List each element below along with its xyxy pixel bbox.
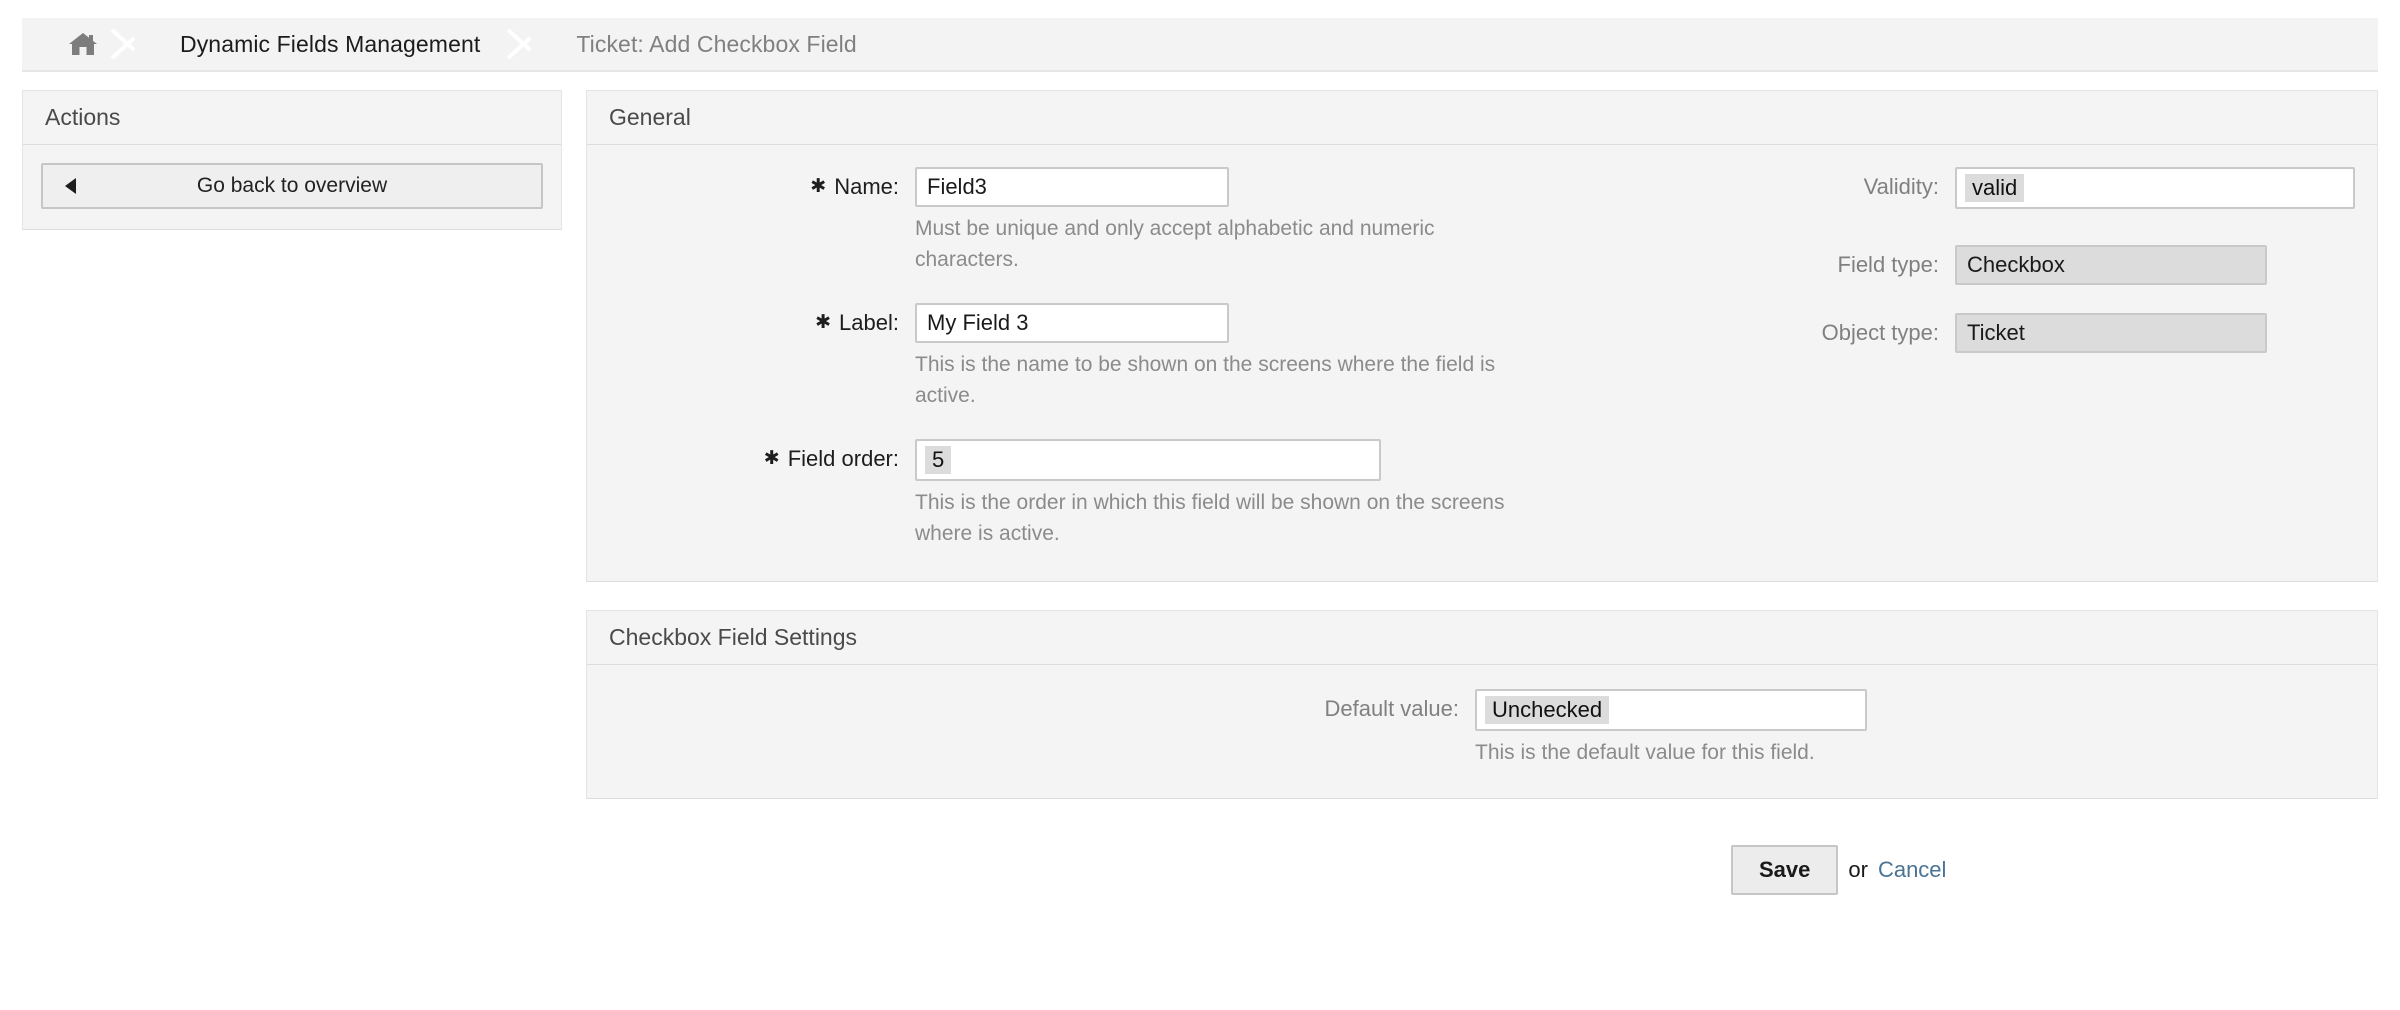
field-order-selected-value: 5	[925, 446, 951, 474]
object-type-input	[1955, 313, 2267, 353]
checkbox-settings-title: Checkbox Field Settings	[609, 624, 857, 651]
name-label-text: Name:	[834, 174, 899, 199]
breadcrumb-home[interactable]	[22, 18, 108, 70]
form-footer: Save or Cancel	[1731, 799, 2378, 895]
label-label-text: Label:	[839, 310, 899, 335]
save-button[interactable]: Save	[1731, 845, 1838, 895]
spacer	[1649, 291, 2355, 313]
default-value-help-text: This is the default value for this field…	[1475, 737, 2075, 768]
name-help-text: Must be unique and only accept alphabeti…	[915, 213, 1515, 275]
required-marker: ✱	[810, 167, 826, 207]
general-widget: General ✱Name: Must be unique and	[586, 90, 2378, 582]
default-value-control: Unchecked This is the default value for …	[1475, 689, 2355, 768]
required-marker: ✱	[764, 439, 780, 479]
default-value-selected-value: Unchecked	[1485, 696, 1609, 724]
object-type-label: Object type:	[1649, 313, 1955, 353]
object-type-control	[1955, 313, 2355, 353]
go-back-to-overview-button[interactable]: Go back to overview	[41, 163, 543, 209]
home-icon	[68, 31, 98, 57]
default-value-select[interactable]: Unchecked	[1475, 689, 1867, 731]
general-title: General	[609, 104, 691, 131]
left-triangle-icon	[65, 178, 76, 194]
label-label: ✱ Label:	[609, 303, 915, 343]
sidebar: Actions Go back to overview	[22, 90, 562, 230]
name-control: Must be unique and only accept alphabeti…	[915, 167, 1619, 275]
field-row-default-value: Default value: Unchecked This is the def…	[609, 689, 2355, 768]
breadcrumb-item-current: Ticket: Add Checkbox Field	[548, 18, 880, 70]
name-label: ✱ Name:	[609, 167, 915, 207]
actions-widget-body: Go back to overview	[23, 145, 561, 229]
checkbox-settings-body: Default value: Unchecked This is the def…	[587, 665, 2377, 798]
name-input[interactable]	[915, 167, 1229, 207]
general-widget-body: ✱ Name: Must be unique and only accept al…	[587, 145, 2377, 581]
field-row-label: ✱ Label: This is the name to be shown on …	[609, 303, 1619, 411]
spacer	[609, 281, 1619, 303]
breadcrumb-item-dynamic-fields-management[interactable]: Dynamic Fields Management	[152, 18, 504, 70]
field-order-control: 5 This is the order in which this field …	[915, 439, 1619, 549]
actions-widget: Actions Go back to overview	[22, 90, 562, 230]
validity-selected-value: valid	[1965, 174, 2024, 202]
label-control: This is the name to be shown on the scre…	[915, 303, 1619, 411]
widget-gap	[586, 582, 2378, 610]
page-layout: Actions Go back to overview General	[0, 72, 2400, 895]
field-order-help-text: This is the order in which this field wi…	[915, 487, 1515, 549]
field-row-field-order: ✱ Field order: 5 This is the order in whi…	[609, 439, 1619, 549]
label-help-text: This is the name to be shown on the scre…	[915, 349, 1515, 411]
general-left-column: ✱ Name: Must be unique and only accept al…	[609, 167, 1619, 555]
field-order-label-text: Field order:	[788, 446, 899, 471]
spacer	[1649, 215, 2355, 245]
go-back-label: Go back to overview	[197, 174, 387, 198]
general-form-columns: ✱ Name: Must be unique and only accept al…	[609, 167, 2355, 555]
label-input[interactable]	[915, 303, 1229, 343]
breadcrumb-label: Dynamic Fields Management	[180, 31, 480, 58]
field-row-name: ✱ Name: Must be unique and only accept al…	[609, 167, 1619, 275]
checkbox-settings-header: Checkbox Field Settings	[587, 611, 2377, 665]
default-value-label: Default value:	[1169, 689, 1475, 729]
field-order-select[interactable]: 5	[915, 439, 1381, 481]
actions-title: Actions	[45, 104, 120, 131]
field-row-validity: Validity: valid	[1649, 167, 2355, 209]
cancel-link[interactable]: Cancel	[1878, 857, 1946, 883]
field-row-field-type: Field type:	[1649, 245, 2355, 285]
actions-widget-header: Actions	[23, 91, 561, 145]
validity-control: valid	[1955, 167, 2355, 209]
general-right-column: Validity: valid Field type:	[1619, 167, 2355, 359]
breadcrumb-label-current: Ticket: Add Checkbox Field	[576, 31, 856, 58]
field-order-label: ✱ Field order:	[609, 439, 915, 479]
breadcrumb-separator-1	[108, 18, 152, 70]
checkbox-field-settings-widget: Checkbox Field Settings Default value: U…	[586, 610, 2378, 799]
required-marker: ✱	[815, 303, 831, 343]
general-widget-header: General	[587, 91, 2377, 145]
or-separator-label: or	[1848, 857, 1868, 883]
validity-label: Validity:	[1649, 167, 1955, 207]
spacer	[609, 417, 1619, 439]
field-type-control	[1955, 245, 2355, 285]
content-area: General ✱Name: Must be unique and	[586, 90, 2378, 895]
field-type-label: Field type:	[1649, 245, 1955, 285]
field-row-object-type: Object type:	[1649, 313, 2355, 353]
breadcrumb: Dynamic Fields Management Ticket: Add Ch…	[22, 18, 2378, 72]
breadcrumb-separator-2	[504, 18, 548, 70]
field-type-input	[1955, 245, 2267, 285]
validity-select[interactable]: valid	[1955, 167, 2355, 209]
